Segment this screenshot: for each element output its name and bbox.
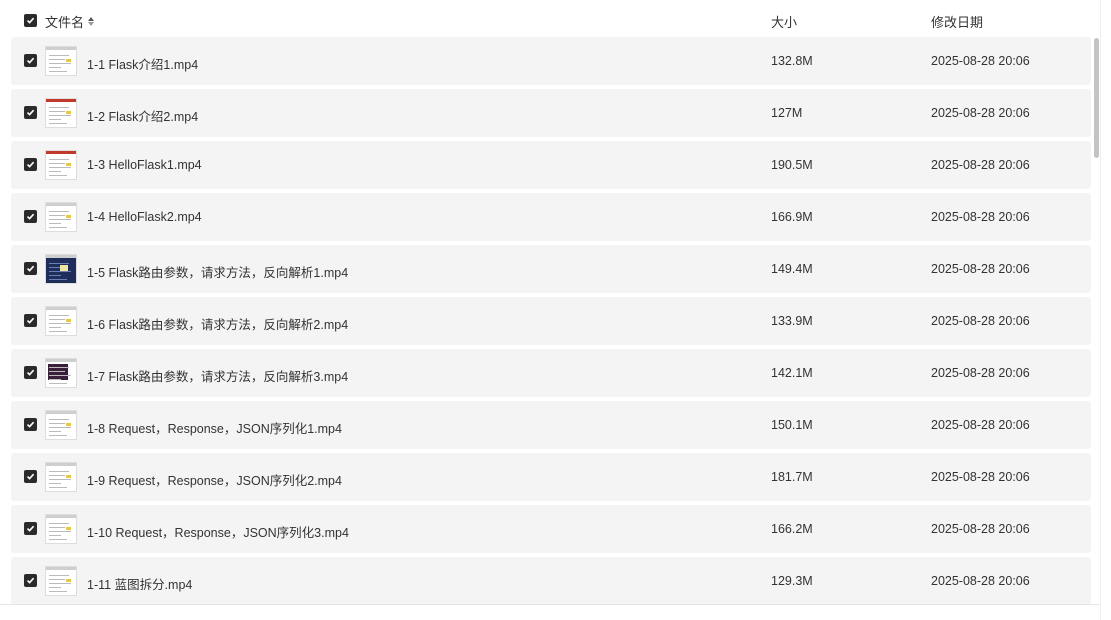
checkmark-icon [26,57,35,64]
checkmark-icon [26,421,35,428]
file-size: 142.1M [771,366,813,380]
checkmark-icon [26,473,35,480]
video-thumbnail[interactable] [45,514,77,544]
file-name[interactable]: 1-10 Request，Response，JSON序列化3.mp4 [87,522,349,541]
file-modified-date: 2025-08-28 20:06 [931,522,1030,536]
file-row[interactable]: 1-5 Flask路由参数，请求方法，反向解析1.mp4 149.4M 2025-0… [11,245,1091,293]
file-row[interactable]: 1-9 Request，Response，JSON序列化2.mp4 181.7M 2… [11,453,1091,501]
file-checkbox[interactable] [24,470,37,483]
file-row[interactable]: 1-7 Flask路由参数，请求方法，反向解析3.mp4 142.1M 2025-0… [11,349,1091,397]
checkmark-icon [26,525,35,532]
panel-divider [1100,0,1101,620]
checkmark-icon [26,265,35,272]
video-thumbnail[interactable] [45,150,77,180]
checkmark-icon [26,369,35,376]
file-row[interactable]: 1-1 Flask介绍1.mp4 132.8M 2025-08-28 20:06 [11,37,1091,85]
file-modified-date: 2025-08-28 20:06 [931,574,1030,588]
file-name[interactable]: 1-6 Flask路由参数，请求方法，反向解析2.mp4 [87,314,348,333]
file-row[interactable]: 1-2 Flask介绍2.mp4 127M 2025-08-28 20:06 [11,89,1091,137]
column-header-size[interactable]: 大小 [771,12,797,31]
select-all-checkbox[interactable] [24,14,37,27]
checkmark-icon [26,109,35,116]
file-modified-date: 2025-08-28 20:06 [931,470,1030,484]
video-thumbnail[interactable] [45,306,77,336]
video-thumbnail[interactable] [45,410,77,440]
file-modified-date: 2025-08-28 20:06 [931,158,1030,172]
list-bottom-edge [0,604,1100,605]
file-checkbox[interactable] [24,210,37,223]
file-name[interactable]: 1-2 Flask介绍2.mp4 [87,106,198,125]
file-modified-date: 2025-08-28 20:06 [931,418,1030,432]
file-size: 129.3M [771,574,813,588]
file-row[interactable]: 1-6 Flask路由参数，请求方法，反向解析2.mp4 133.9M 2025-0… [11,297,1091,345]
file-size: 127M [771,106,803,120]
file-modified-date: 2025-08-28 20:06 [931,366,1030,380]
file-checkbox[interactable] [24,418,37,431]
file-name[interactable]: 1-3 HelloFlask1.mp4 [87,158,202,172]
list-header: 文件名 大小 修改日期 [0,0,1100,40]
sort-icon[interactable] [88,17,95,26]
file-modified-date: 2025-08-28 20:06 [931,210,1030,224]
video-thumbnail[interactable] [45,202,77,232]
checkmark-icon [26,577,35,584]
file-size: 166.9M [771,210,813,224]
file-checkbox[interactable] [24,262,37,275]
file-size: 150.1M [771,418,813,432]
file-modified-date: 2025-08-28 20:06 [931,54,1030,68]
file-name[interactable]: 1-8 Request，Response，JSON序列化1.mp4 [87,418,342,437]
column-header-date[interactable]: 修改日期 [931,12,983,31]
file-size: 181.7M [771,470,813,484]
file-checkbox[interactable] [24,522,37,535]
video-thumbnail[interactable] [45,566,77,596]
video-thumbnail[interactable] [45,98,77,128]
file-list: 1-1 Flask介绍1.mp4 132.8M 2025-08-28 20:06 1-… [11,37,1091,609]
file-row[interactable]: 1-11 蓝图拆分.mp4 129.3M 2025-08-28 20:06 [11,557,1091,605]
checkmark-icon [26,161,35,168]
file-row[interactable]: 1-3 HelloFlask1.mp4 190.5M 2025-08-28 20:0… [11,141,1091,189]
file-size: 190.5M [771,158,813,172]
file-row[interactable]: 1-8 Request，Response，JSON序列化1.mp4 150.1M 2… [11,401,1091,449]
file-checkbox[interactable] [24,158,37,171]
file-name[interactable]: 1-1 Flask介绍1.mp4 [87,54,198,73]
file-name[interactable]: 1-7 Flask路由参数，请求方法，反向解析3.mp4 [87,366,348,385]
video-thumbnail[interactable] [45,462,77,492]
file-modified-date: 2025-08-28 20:06 [931,262,1030,276]
file-checkbox[interactable] [24,54,37,67]
file-row[interactable]: 1-10 Request，Response，JSON序列化3.mp4 166.2M… [11,505,1091,553]
file-checkbox[interactable] [24,314,37,327]
checkmark-icon [26,213,35,220]
column-header-name-label: 文件名 [45,15,85,30]
file-size: 132.8M [771,54,813,68]
file-name[interactable]: 1-5 Flask路由参数，请求方法，反向解析1.mp4 [87,262,348,281]
file-checkbox[interactable] [24,106,37,119]
file-modified-date: 2025-08-28 20:06 [931,314,1030,328]
checkmark-icon [26,317,35,324]
file-name[interactable]: 1-9 Request，Response，JSON序列化2.mp4 [87,470,342,489]
file-list-view: 文件名 大小 修改日期 1-1 Flask介绍1.mp4 132.8M 2025-0… [0,0,1111,620]
video-thumbnail[interactable] [45,358,77,388]
file-size: 149.4M [771,262,813,276]
video-thumbnail[interactable] [45,46,77,76]
file-size: 133.9M [771,314,813,328]
file-checkbox[interactable] [24,366,37,379]
file-size: 166.2M [771,522,813,536]
file-modified-date: 2025-08-28 20:06 [931,106,1030,120]
scrollbar-thumb[interactable] [1094,38,1099,158]
file-name[interactable]: 1-11 蓝图拆分.mp4 [87,574,192,593]
file-checkbox[interactable] [24,574,37,587]
column-header-name[interactable]: 文件名 [45,12,95,31]
checkmark-icon [26,17,35,24]
video-thumbnail[interactable] [45,254,77,284]
file-name[interactable]: 1-4 HelloFlask2.mp4 [87,210,202,224]
file-row[interactable]: 1-4 HelloFlask2.mp4 166.9M 2025-08-28 20:0… [11,193,1091,241]
